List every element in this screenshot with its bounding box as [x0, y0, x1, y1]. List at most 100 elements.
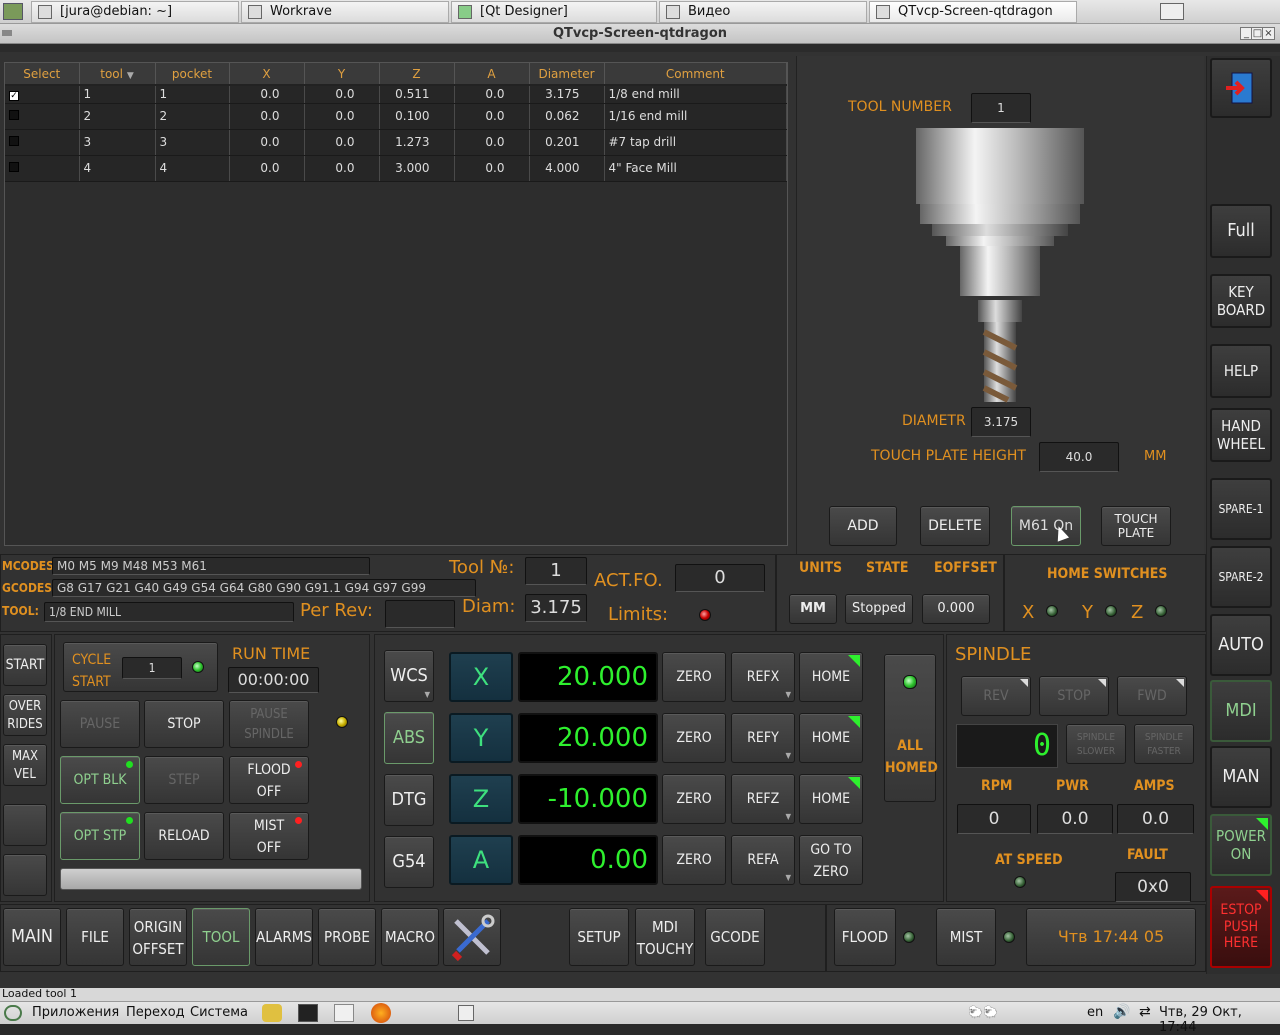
- cell-comment[interactable]: 1/8 end mill: [604, 85, 787, 104]
- window-menu-icon[interactable]: [2, 30, 12, 36]
- cell-diameter[interactable]: 0.062: [529, 103, 605, 130]
- cell-a[interactable]: 0.0: [454, 155, 530, 182]
- task-workrave[interactable]: Workrave: [241, 1, 449, 23]
- ref-z-button[interactable]: REFZ ▼: [731, 774, 795, 824]
- select-checkbox[interactable]: [9, 162, 19, 172]
- cell-x[interactable]: 0.0: [229, 85, 305, 104]
- close-icon[interactable]: ×: [1262, 27, 1275, 40]
- cell-pocket[interactable]: 2: [155, 103, 230, 130]
- tool-row[interactable]: 4 4 0.0 0.0 3.000 0.0 4.000 4" Face Mill: [5, 155, 787, 182]
- go-to-zero-button[interactable]: GO TO ZERO: [799, 835, 863, 885]
- select-checkbox-cell[interactable]: ✓: [5, 85, 80, 104]
- zero-x-button[interactable]: ZERO: [662, 652, 726, 702]
- select-checkbox-cell[interactable]: [5, 129, 80, 156]
- cell-diameter[interactable]: 0.201: [529, 129, 605, 156]
- keyboard-layout-indicator[interactable]: en: [1087, 1005, 1103, 1020]
- max-vel-button[interactable]: MAX VEL: [3, 744, 47, 786]
- m61-button[interactable]: M61 On: [1011, 506, 1081, 546]
- blank-button-2[interactable]: [3, 854, 47, 896]
- task-qt-designer[interactable]: [Qt Designer]: [451, 1, 657, 23]
- blank-button-1[interactable]: [3, 804, 47, 846]
- g54-button[interactable]: G54: [384, 836, 434, 888]
- ref-y-button[interactable]: REFY ▼: [731, 713, 795, 763]
- stop-button[interactable]: STOP: [144, 700, 224, 748]
- cell-diameter[interactable]: 4.000: [529, 155, 605, 182]
- flood-button[interactable]: FLOOD: [834, 908, 896, 966]
- cell-a[interactable]: 0.0: [454, 85, 530, 104]
- tool-row[interactable]: ✓ 1 1 0.0 0.0 0.511 0.0 3.175 1/8 end mill: [5, 85, 787, 104]
- terminal-launcher-icon[interactable]: [298, 1004, 318, 1022]
- cell-y[interactable]: 0.0: [304, 129, 380, 156]
- panel-clock[interactable]: Чтв, 29 Окт, 17:44: [1159, 1005, 1280, 1035]
- workspace-icon[interactable]: [458, 1005, 474, 1021]
- task-terminal[interactable]: [jura@debian: ~]: [31, 1, 239, 23]
- col-y[interactable]: Y: [304, 63, 380, 86]
- spindle-stop-button[interactable]: STOP: [1039, 676, 1109, 716]
- cell-x[interactable]: 0.0: [229, 155, 305, 182]
- col-x[interactable]: X: [229, 63, 305, 86]
- cell-z[interactable]: 3.000: [379, 155, 455, 182]
- launcher-icon-1[interactable]: [262, 1004, 282, 1022]
- alarms-tab[interactable]: ALARMS: [255, 908, 313, 966]
- spindle-slower-button[interactable]: SPINDLE SLOWER: [1066, 724, 1126, 764]
- axis-z-button[interactable]: Z: [449, 774, 513, 824]
- cell-diameter[interactable]: 3.175: [529, 85, 605, 104]
- mdi-touchy-tab[interactable]: MDI TOUCHY: [635, 908, 695, 966]
- places-menu[interactable]: Переход: [126, 1005, 185, 1020]
- pause-button[interactable]: PAUSE: [60, 700, 140, 748]
- cell-z[interactable]: 0.511: [379, 85, 455, 104]
- cell-comment[interactable]: 1/16 end mill: [604, 103, 787, 130]
- axis-x-button[interactable]: X: [449, 652, 513, 702]
- col-comment[interactable]: Comment: [604, 63, 787, 86]
- task-video[interactable]: Видео: [659, 1, 867, 23]
- task-qtvcp[interactable]: QTvcp-Screen-qtdragon: [869, 1, 1077, 23]
- cell-pocket[interactable]: 4: [155, 155, 230, 182]
- spindle-faster-button[interactable]: SPINDLE FASTER: [1134, 724, 1194, 764]
- select-checkbox[interactable]: [9, 136, 19, 146]
- macro-tab[interactable]: MACRO: [381, 908, 439, 966]
- home-x-button[interactable]: HOME: [799, 652, 863, 702]
- zero-a-button[interactable]: ZERO: [662, 835, 726, 885]
- cell-tool[interactable]: 2: [79, 103, 156, 130]
- cell-x[interactable]: 0.0: [229, 129, 305, 156]
- flood-off-button[interactable]: FLOOD OFF: [229, 756, 309, 804]
- main-tab[interactable]: MAIN: [3, 908, 61, 966]
- firefox-launcher-icon[interactable]: [371, 1003, 391, 1023]
- reload-button[interactable]: RELOAD: [144, 812, 224, 860]
- cell-tool[interactable]: 1: [79, 85, 156, 104]
- dtg-button[interactable]: DTG: [384, 774, 434, 826]
- applications-menu[interactable]: Приложения: [32, 1005, 119, 1020]
- system-menu[interactable]: Система: [190, 1005, 248, 1020]
- tool-table[interactable]: Select tool ▼ pocket X Y Z A Diameter Co…: [4, 62, 788, 546]
- home-y-button[interactable]: HOME: [799, 713, 863, 763]
- select-checkbox-cell[interactable]: [5, 103, 80, 130]
- zero-y-button[interactable]: ZERO: [662, 713, 726, 763]
- probe-tab[interactable]: PROBE: [318, 908, 376, 966]
- cell-tool[interactable]: 3: [79, 129, 156, 156]
- touch-plate-height-field[interactable]: 40.0: [1039, 442, 1119, 472]
- step-button[interactable]: STEP: [144, 756, 224, 804]
- cell-x[interactable]: 0.0: [229, 103, 305, 130]
- opt-stp-button[interactable]: OPT STP: [60, 812, 140, 860]
- volume-icon[interactable]: 🔊: [1113, 1004, 1130, 1020]
- help-button[interactable]: HELP: [1210, 344, 1272, 398]
- editor-launcher-icon[interactable]: [334, 1004, 354, 1022]
- estop-button[interactable]: ESTOP PUSH HERE: [1210, 886, 1272, 968]
- col-z[interactable]: Z: [379, 63, 455, 86]
- tool-tab[interactable]: TOOL: [192, 908, 250, 966]
- cell-tool[interactable]: 4: [79, 155, 156, 182]
- spare-2-button[interactable]: SPARE-2: [1210, 546, 1272, 608]
- spindle-rev-button[interactable]: REV: [961, 676, 1031, 716]
- spindle-fwd-button[interactable]: FWD: [1117, 676, 1187, 716]
- axis-a-button[interactable]: A: [449, 835, 513, 885]
- cell-a[interactable]: 0.0: [454, 129, 530, 156]
- overrides-button[interactable]: OVER RIDES: [3, 694, 47, 736]
- gcode-tab[interactable]: GCODE: [705, 908, 765, 966]
- col-diameter[interactable]: Diameter: [529, 63, 605, 86]
- cell-z[interactable]: 1.273: [379, 129, 455, 156]
- cell-pocket[interactable]: 3: [155, 129, 230, 156]
- ref-a-button[interactable]: REFA ▼: [731, 835, 795, 885]
- add-tool-button[interactable]: ADD: [829, 506, 897, 546]
- col-a[interactable]: A: [454, 63, 530, 86]
- opt-blk-button[interactable]: OPT BLK: [60, 756, 140, 804]
